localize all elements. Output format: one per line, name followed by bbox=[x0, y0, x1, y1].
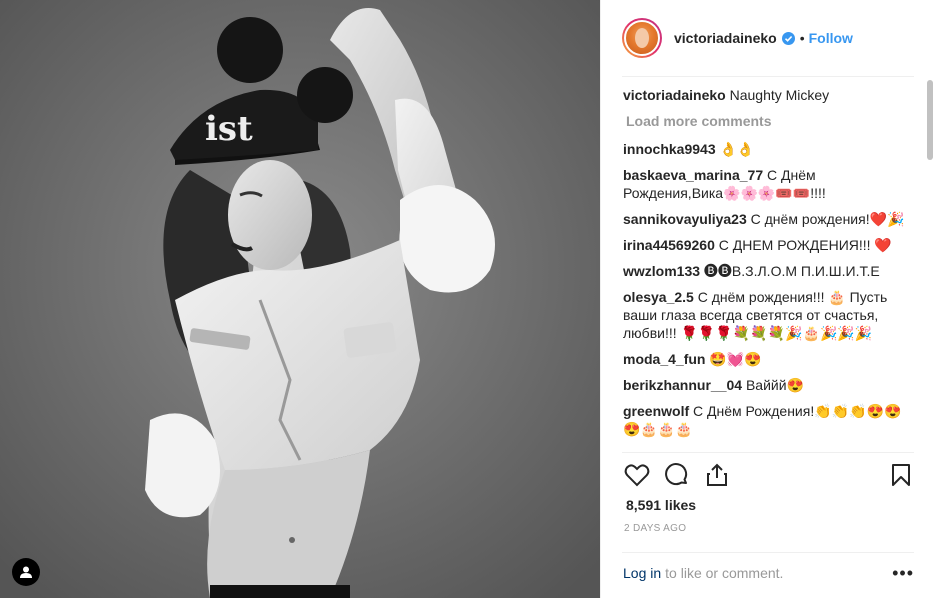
avatar[interactable] bbox=[622, 18, 662, 58]
login-prompt-text: to like or comment. bbox=[665, 565, 784, 581]
bookmark-icon bbox=[892, 464, 910, 486]
share-button[interactable] bbox=[703, 461, 731, 489]
share-icon bbox=[707, 463, 727, 486]
header-username[interactable]: victoriadaineko bbox=[674, 30, 777, 46]
comment-button[interactable] bbox=[663, 461, 691, 489]
comment-text: Ваййй😍 bbox=[745, 377, 804, 393]
post-photo[interactable]: ist bbox=[0, 0, 600, 598]
comment-author[interactable]: moda_4_fun bbox=[623, 351, 705, 367]
comment-text: 🤩💓😍 bbox=[709, 351, 762, 367]
comment-item: moda_4_fun 🤩💓😍 bbox=[623, 350, 915, 368]
load-more-comments-button[interactable]: Load more comments bbox=[626, 112, 915, 130]
cap-print-text: ist bbox=[205, 109, 253, 149]
comment-author[interactable]: irina44569260 bbox=[623, 237, 715, 253]
comment-text: 🅑🅑В.З.Л.О.М П.И.Ш.И.Т.Е bbox=[703, 263, 880, 279]
comment-item: greenwolf С Днём Рождения!👏👏👏😍😍😍🎂🎂🎂 bbox=[623, 402, 915, 438]
verified-badge-icon bbox=[781, 31, 795, 45]
comments-scrollbar[interactable] bbox=[927, 80, 933, 160]
comment-item: innochka9943 👌👌 bbox=[623, 140, 915, 158]
avatar-image bbox=[624, 20, 660, 56]
comment-author[interactable]: baskaeva_marina_77 bbox=[623, 167, 763, 183]
comment-item: olesya_2.5 С днём рождения!!! 🎂 Пусть ва… bbox=[623, 288, 915, 342]
comment-author[interactable]: greenwolf bbox=[623, 403, 689, 419]
comment-icon bbox=[665, 463, 688, 486]
save-button[interactable] bbox=[887, 461, 915, 489]
likes-count[interactable]: 8,591 likes bbox=[626, 497, 696, 513]
user-tag-icon bbox=[20, 566, 32, 578]
comment-text: С днём рождения!❤️🎉 bbox=[750, 211, 905, 227]
comment-item: sannikovayuliya23 С днём рождения!❤️🎉 bbox=[623, 210, 915, 228]
post-sidebar: victoriadaineko • Follow victoriadaineko… bbox=[600, 0, 935, 598]
actions-divider bbox=[622, 452, 914, 453]
caption: victoriadaineko Naughty Mickey bbox=[623, 86, 915, 104]
heart-icon bbox=[624, 464, 650, 487]
comment-author[interactable]: berikzhannur__04 bbox=[623, 377, 742, 393]
user-tag-button[interactable] bbox=[12, 558, 40, 586]
header-separator: • bbox=[799, 30, 805, 46]
footer-divider bbox=[622, 552, 914, 553]
comment-item: wwzlom133 🅑🅑В.З.Л.О.М П.И.Ш.И.Т.Е bbox=[623, 262, 915, 280]
comment-author[interactable]: wwzlom133 bbox=[623, 263, 700, 279]
comment-text: 👌👌 bbox=[719, 141, 755, 157]
action-bar bbox=[623, 460, 915, 490]
caption-text: Naughty Mickey bbox=[729, 87, 830, 103]
comment-author[interactable]: sannikovayuliya23 bbox=[623, 211, 747, 227]
post-header: victoriadaineko • Follow bbox=[601, 0, 935, 76]
comment-author[interactable]: olesya_2.5 bbox=[623, 289, 694, 305]
like-button[interactable] bbox=[623, 461, 651, 489]
more-options-icon[interactable]: ••• bbox=[892, 564, 914, 582]
follow-button[interactable]: Follow bbox=[809, 30, 853, 46]
photo-illustration: ist bbox=[0, 0, 600, 598]
comments-list: victoriadaineko Naughty Mickey Load more… bbox=[623, 86, 915, 446]
post-timestamp[interactable]: 2 DAYS AGO bbox=[624, 523, 686, 534]
caption-author[interactable]: victoriadaineko bbox=[623, 87, 726, 103]
comment-item: berikzhannur__04 Ваййй😍 bbox=[623, 376, 915, 394]
comment-text: С ДНЕМ РОЖДЕНИЯ!!! ❤️ bbox=[718, 237, 892, 253]
comment-footer: Log in to like or comment. ••• bbox=[623, 563, 914, 583]
comment-item: irina44569260 С ДНЕМ РОЖДЕНИЯ!!! ❤️ bbox=[623, 236, 915, 254]
login-link[interactable]: Log in bbox=[623, 565, 661, 581]
comment-item: baskaeva_marina_77 С Днём Рождения,Вика🌸… bbox=[623, 166, 915, 202]
comment-author[interactable]: innochka9943 bbox=[623, 141, 716, 157]
header-divider bbox=[622, 76, 914, 77]
